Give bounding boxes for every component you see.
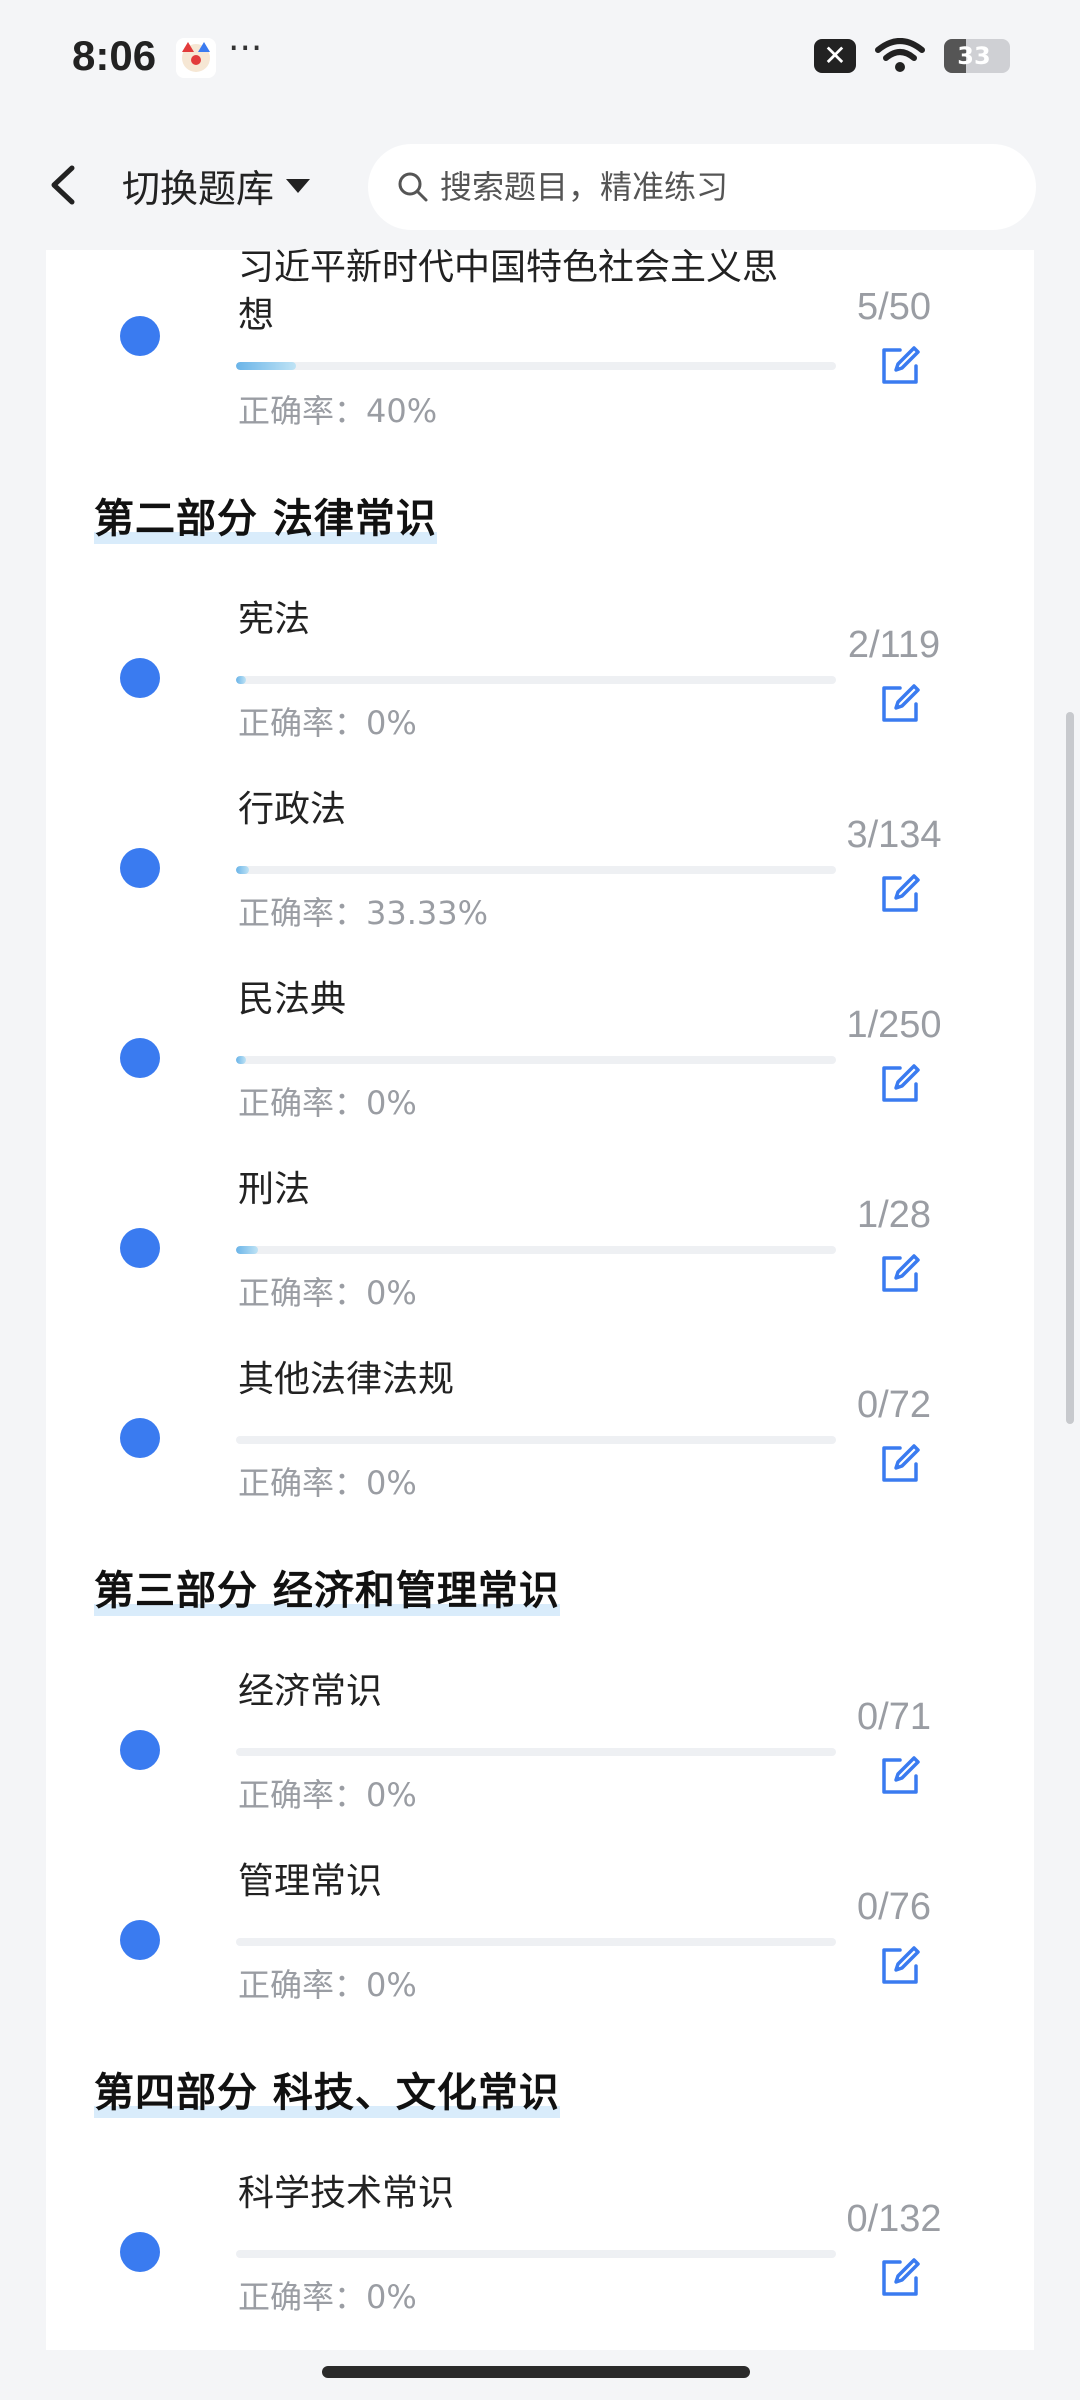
home-indicator[interactable] [322, 2366, 750, 2378]
item-title: 其他法律法规 [238, 1359, 455, 1400]
list-item[interactable]: 经济常识 正确率：0% 0/71 [46, 1671, 1034, 1852]
edit-icon[interactable] [876, 1060, 924, 1108]
progress-bar [236, 866, 250, 874]
wifi-icon [875, 38, 925, 72]
edit-icon[interactable] [876, 1752, 924, 1800]
switch-bank-label: 切换题库 [122, 167, 275, 211]
progress-track [236, 1246, 836, 1254]
progress-track [236, 676, 836, 684]
accuracy-label: 正确率：40% [238, 392, 438, 430]
progress-track [236, 1436, 836, 1444]
progress-bar [236, 1056, 246, 1064]
accuracy-label: 正确率：0% [238, 704, 417, 742]
list-item[interactable]: 其他法律法规 正确率：0% 0/72 [46, 1359, 1034, 1540]
status-bar: 8:06 ··· ✕ 33 [0, 0, 1080, 120]
section-title: 第二部分 法律常识 [94, 496, 437, 544]
list-item[interactable]: 刑法 正确率：0% 1/28 [46, 1169, 1034, 1350]
section-title: 第四部分 科技、文化常识 [94, 2070, 560, 2118]
accuracy-label: 正确率：0% [238, 1274, 417, 1312]
clown-app-icon [176, 38, 216, 78]
list-item[interactable]: 管理常识 正确率：0% 0/76 [46, 1861, 1034, 2042]
caret-down-icon [286, 178, 311, 193]
battery-icon: 33 [944, 39, 1010, 73]
section-title: 第三部分 经济和管理常识 [94, 1568, 560, 1616]
status-dot [120, 848, 160, 888]
accuracy-label: 正确率：0% [238, 1776, 417, 1814]
search-icon [398, 172, 428, 202]
edit-icon[interactable] [876, 680, 924, 728]
edit-icon[interactable] [876, 1440, 924, 1488]
progress-count: 2/119 [847, 624, 941, 666]
item-title: 习近平新时代中国特色社会主义思 想 [238, 247, 779, 336]
item-title: 民法典 [238, 979, 347, 1020]
progress-count: 0/71 [857, 1696, 931, 1738]
item-title: 宪法 [238, 599, 311, 640]
edit-icon[interactable] [876, 1942, 924, 1990]
item-title: 管理常识 [238, 1861, 383, 1902]
progress-track [236, 362, 836, 370]
progress-track [236, 2250, 836, 2258]
progress-bar [236, 1246, 258, 1254]
status-dot [120, 1418, 160, 1458]
progress-track [236, 1938, 836, 1946]
edit-icon[interactable] [876, 2254, 924, 2302]
list-item[interactable]: 宪法 正确率：0% 2/119 [46, 599, 1034, 780]
top-bar: 切换题库 [0, 120, 1080, 250]
progress-bar [236, 362, 296, 370]
status-dot [120, 2232, 160, 2272]
chapter-list-card: 习近平新时代中国特色社会主义思 想 正确率：40% 5/50 第二部分 法律常识… [46, 247, 1034, 2350]
item-title: 经济常识 [238, 1671, 383, 1712]
battery-level: 33 [957, 42, 991, 70]
progress-bar [236, 676, 247, 684]
list-item[interactable]: 习近平新时代中国特色社会主义思 想 正确率：40% 5/50 [46, 247, 1034, 450]
progress-count: 1/250 [846, 1004, 942, 1046]
status-dot [120, 1920, 160, 1960]
progress-track [236, 1056, 836, 1064]
edit-icon[interactable] [876, 1250, 924, 1298]
item-title: 科学技术常识 [238, 2173, 455, 2214]
accuracy-label: 正确率：0% [238, 2278, 417, 2316]
close-badge-icon: ✕ [814, 39, 856, 73]
accuracy-label: 正确率：0% [238, 1464, 417, 1502]
more-notifications-icon: ··· [228, 28, 263, 69]
edit-icon[interactable] [876, 342, 924, 390]
progress-count: 0/76 [857, 1886, 931, 1928]
progress-count: 5/50 [857, 286, 931, 328]
item-title: 行政法 [238, 789, 347, 830]
progress-count: 0/72 [857, 1384, 931, 1426]
status-dot [120, 1038, 160, 1078]
progress-count: 0/132 [846, 2198, 942, 2240]
status-dot [120, 1228, 160, 1268]
accuracy-label: 正确率：0% [238, 1966, 417, 2004]
progress-track [236, 1748, 836, 1756]
chevron-left-icon[interactable] [40, 160, 90, 210]
search-bar[interactable] [368, 144, 1036, 230]
scrollbar[interactable] [1066, 712, 1074, 1424]
status-icons: ✕ 33 [814, 38, 1010, 74]
edit-icon[interactable] [876, 870, 924, 918]
item-title: 刑法 [238, 1169, 311, 1210]
progress-count: 3/134 [846, 814, 942, 856]
switch-bank-dropdown[interactable]: 切换题库 [122, 158, 311, 213]
list-item[interactable]: 行政法 正确率：33.33% 3/134 [46, 789, 1034, 970]
progress-count: 1/28 [857, 1194, 931, 1236]
status-dot [120, 658, 160, 698]
accuracy-label: 正确率：33.33% [238, 894, 489, 932]
status-dot [120, 1730, 160, 1770]
search-input[interactable] [440, 168, 1000, 206]
accuracy-label: 正确率：0% [238, 1084, 417, 1122]
status-time: 8:06 [72, 32, 157, 79]
progress-track [236, 866, 836, 874]
list-item[interactable]: 民法典 正确率：0% 1/250 [46, 979, 1034, 1160]
list-item[interactable]: 科学技术常识 正确率：0% 0/132 [46, 2173, 1034, 2354]
status-dot [120, 316, 160, 356]
